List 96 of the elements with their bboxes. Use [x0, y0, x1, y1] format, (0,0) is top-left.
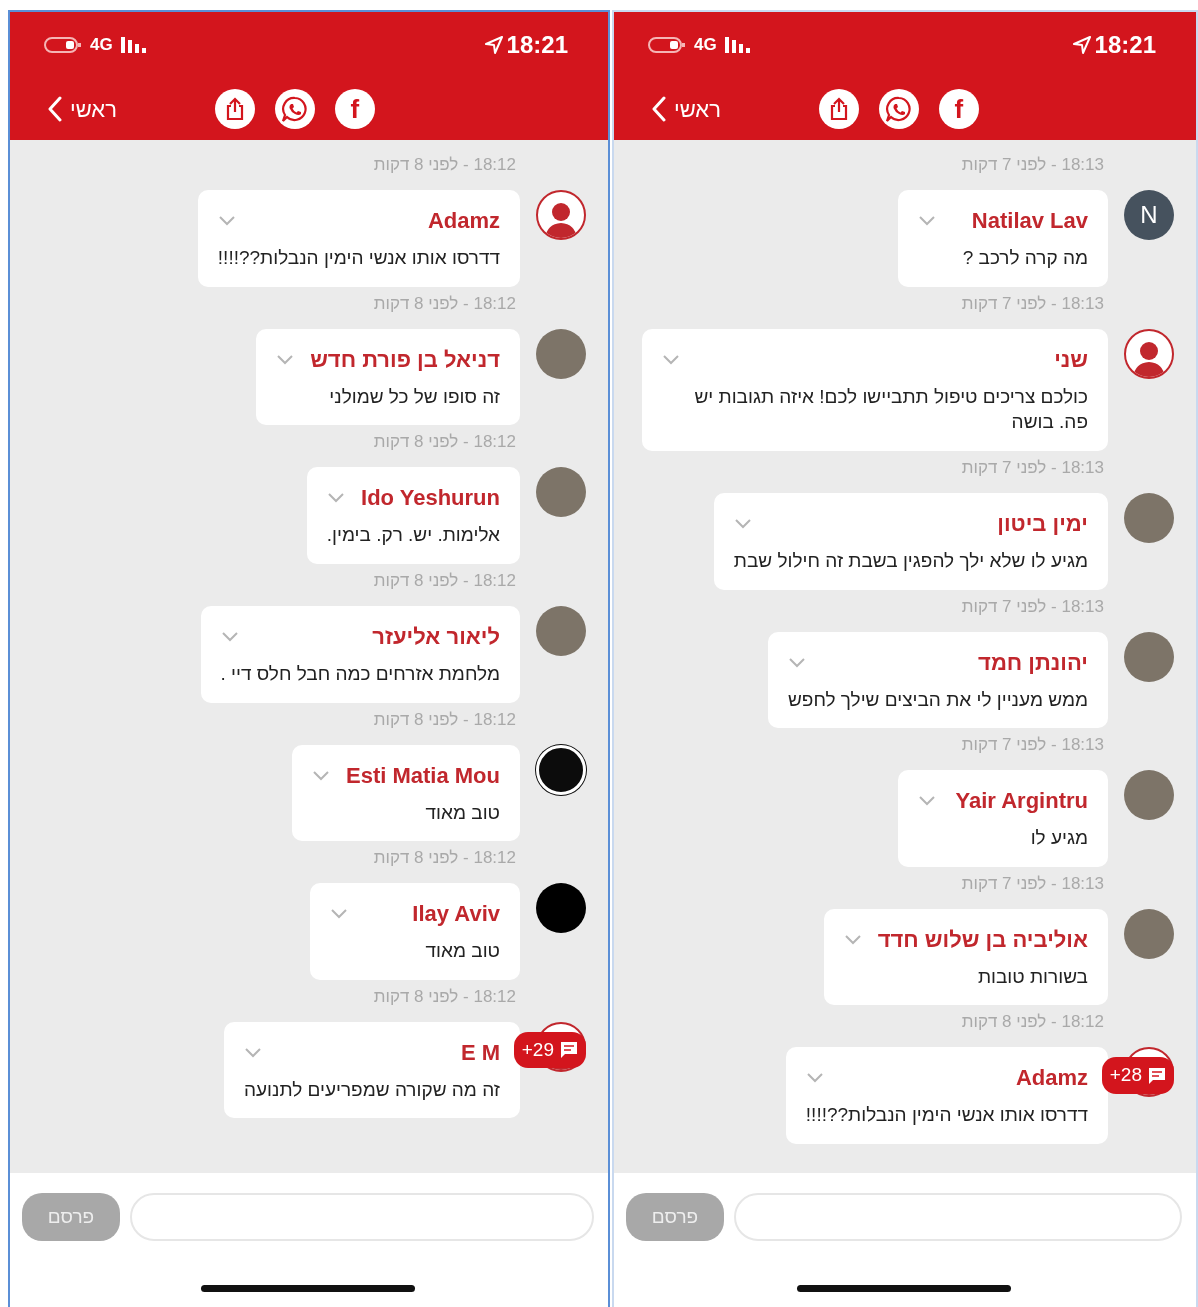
facebook-button[interactable]: f	[334, 89, 375, 129]
photo-placeholder	[536, 467, 586, 518]
comment-timestamp: 18:12 - לפני 8 דקות	[372, 708, 517, 729]
commenter-name: Ilay Aviv	[412, 900, 500, 929]
location-arrow-icon	[1072, 36, 1091, 54]
speech-phone-icon	[280, 95, 309, 123]
facebook-button[interactable]: f	[938, 89, 979, 129]
comment-text: דדרסו אותו אנשי הימין הנבלות??!!!!	[805, 1103, 1088, 1128]
comment-text: זה סופו של כל שמולני	[328, 384, 500, 409]
commenter-name: Ido Yeshurun	[361, 484, 500, 513]
logo-avatar	[536, 744, 586, 795]
chevron-down-icon[interactable]	[787, 656, 806, 668]
chevron-down-icon[interactable]	[918, 795, 936, 807]
reply-count-badge[interactable]: +28	[1101, 1057, 1174, 1094]
commenter-name: Esti Matia Mou	[346, 761, 500, 790]
photo-placeholder	[1124, 631, 1174, 682]
comment-input-field[interactable]	[734, 1193, 1182, 1241]
commenter-name: אוליביה בן שלוש חדד	[877, 925, 1088, 954]
battery-icon	[44, 35, 82, 55]
signal-icon	[724, 36, 753, 54]
speech-phone-icon	[884, 95, 913, 123]
photo-placeholder	[1124, 492, 1174, 543]
comment-text: אלימות. יש. רק. בימין.	[326, 523, 500, 548]
comment-text: מגיע לו שלא ילך להפגין בשבת זה חילול שבת	[733, 548, 1088, 573]
location-arrow-icon	[484, 36, 503, 54]
photo-placeholder	[1124, 770, 1174, 821]
comment-icon	[560, 1041, 578, 1060]
commenter-name: יהונתן חמד	[978, 648, 1088, 677]
commenter-name: Adamz	[427, 207, 500, 235]
commenter-name: שני	[1054, 345, 1088, 374]
share-button[interactable]	[214, 89, 255, 129]
photo-placeholder	[1124, 908, 1174, 959]
chevron-down-icon[interactable]	[918, 215, 936, 226]
comment-timestamp: 18:13 - לפני 7 דקות	[960, 595, 1105, 616]
battery-icon	[648, 35, 686, 55]
commenter-name: דניאל בן פורת חדש	[310, 345, 500, 374]
share-icon	[828, 97, 849, 121]
comment-timestamp: 18:12 - לפני 8 דקות	[372, 292, 517, 313]
avatar-icon	[1124, 328, 1174, 379]
back-button[interactable]: ראשי	[652, 92, 721, 126]
clock-time: 18:21	[1094, 30, 1156, 60]
comment-timestamp: 18:12 - לפני 8 דקות	[372, 847, 517, 868]
comment-text: זה מה שקורה שמפריעים לתנועה	[244, 1077, 500, 1102]
chevron-left-icon	[652, 96, 666, 122]
comment-icon	[1148, 1066, 1166, 1085]
photo-placeholder	[536, 605, 586, 656]
chevron-down-icon[interactable]	[733, 517, 752, 529]
commenter-name: Adamz	[1015, 1064, 1088, 1093]
comment-text: בשורות טובות	[976, 964, 1088, 989]
comment-timestamp: 18:13 - לפני 7 דקות	[960, 154, 1105, 174]
commenter-name: E M	[460, 1038, 500, 1067]
comment-timestamp: 18:13 - לפני 7 דקות	[960, 734, 1105, 755]
comment-text: מגיע לו	[1029, 826, 1088, 851]
chevron-down-icon[interactable]	[805, 1072, 824, 1084]
chevron-down-icon[interactable]	[217, 215, 236, 226]
chevron-down-icon[interactable]	[244, 1046, 262, 1058]
chevron-down-icon[interactable]	[312, 769, 330, 781]
avatar-initial: N	[1124, 190, 1174, 240]
comment-timestamp: 18:12 - לפני 8 דקות	[960, 1011, 1105, 1032]
comment-timestamp: 18:13 - לפני 7 דקות	[960, 292, 1105, 313]
comment-text: טוב מאוד	[424, 800, 500, 825]
commenter-name: Natilav Lav	[971, 207, 1088, 235]
signal-icon	[120, 36, 149, 54]
reply-count-badge[interactable]: +29	[513, 1031, 586, 1069]
chevron-down-icon[interactable]	[220, 630, 239, 642]
chevron-down-icon[interactable]	[326, 492, 345, 504]
avatar-icon	[536, 190, 586, 240]
comment-text: דדרסו אותו אנשי הימין הנבלות??!!!!	[217, 246, 500, 270]
comment-input-field[interactable]	[130, 1193, 594, 1241]
network-label: 4G	[694, 34, 717, 57]
comment-timestamp: 18:12 - לפני 8 דקות	[372, 985, 517, 1006]
back-button[interactable]: ראשי	[48, 92, 117, 126]
share-button[interactable]	[818, 89, 859, 129]
comment-text: ממש מעניין לי את הביצים שילך לחפש	[787, 687, 1088, 712]
comment-timestamp: 18:12 - לפני 8 דקות	[372, 154, 517, 174]
comment-text: מלחמת אזרחים כמה חבל חלס דיי .	[220, 661, 500, 686]
share-icon	[224, 97, 245, 121]
comment-timestamp: 18:13 - לפני 7 דקות	[960, 872, 1105, 893]
comment-text: כולכם צריכים טיפול תתביישו לכם! איזה תגובות יש פה. בושה	[693, 384, 1088, 435]
chevron-down-icon[interactable]	[276, 353, 295, 365]
comment-text: טוב מאוד	[424, 939, 500, 964]
comment-text: מה קרה לרכב ?	[961, 246, 1088, 270]
network-label: 4G	[90, 34, 113, 57]
clock-time: 18:21	[506, 30, 568, 60]
chevron-left-icon	[48, 96, 62, 122]
commenter-name: Yair Argintru	[955, 787, 1088, 816]
chevron-down-icon[interactable]	[662, 353, 680, 365]
chevron-down-icon[interactable]	[843, 933, 862, 945]
photo-placeholder	[536, 328, 586, 379]
comment-timestamp: 18:12 - לפני 8 דקות	[372, 431, 517, 452]
avatar-icon	[536, 883, 586, 934]
commenter-name: ימין ביטון	[997, 509, 1088, 538]
chevron-down-icon[interactable]	[330, 908, 348, 920]
comment-timestamp: 18:13 - לפני 7 דקות	[960, 456, 1105, 477]
comment-timestamp: 18:12 - לפני 8 דקות	[372, 569, 517, 590]
commenter-name: ליאור אליעזר	[372, 622, 500, 651]
